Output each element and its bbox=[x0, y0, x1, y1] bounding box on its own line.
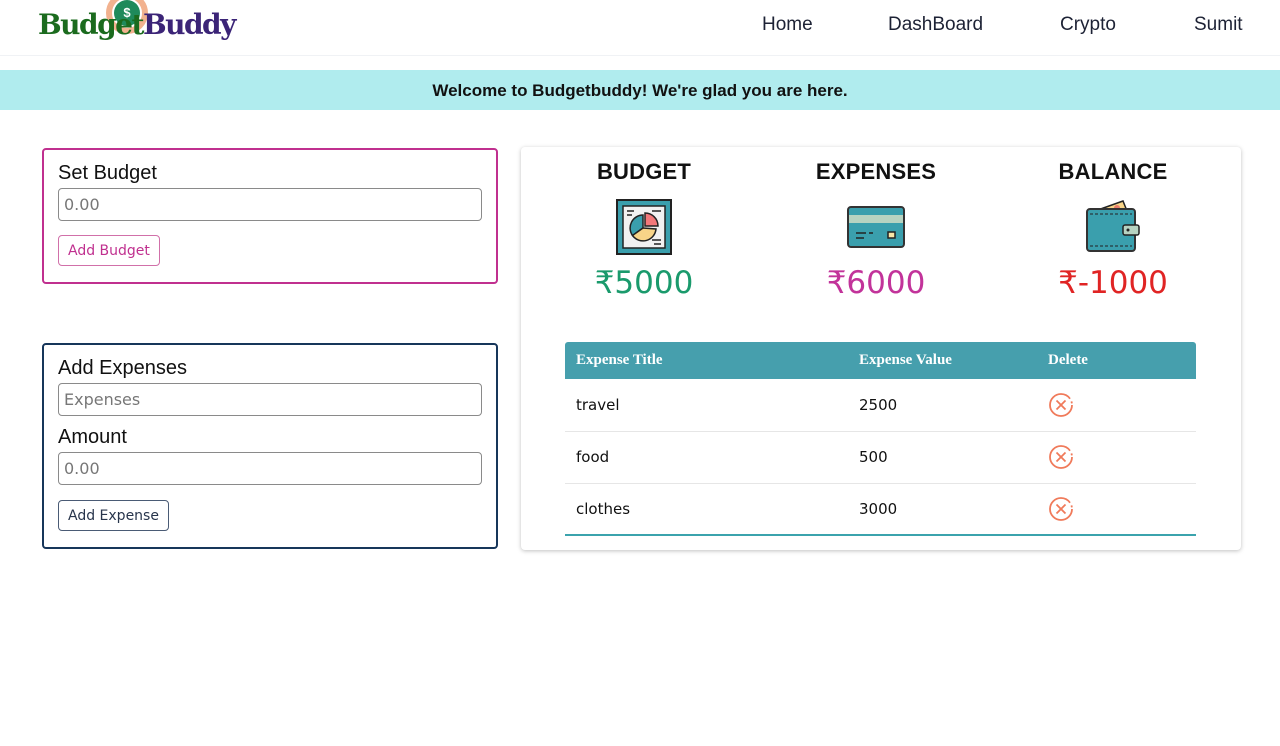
expense-title-cell: food bbox=[565, 431, 848, 484]
delete-circle-x-icon[interactable] bbox=[1048, 496, 1074, 522]
expense-title-label: Add Expenses bbox=[58, 357, 187, 379]
balance-stat: BALANCE ₹-1000 bbox=[1023, 159, 1203, 301]
table-row: clothes 3000 bbox=[565, 483, 1196, 536]
expense-value-cell: 500 bbox=[848, 431, 1037, 484]
header-expense-value: Expense Value bbox=[859, 352, 952, 368]
nav-dashboard[interactable]: DashBoard bbox=[888, 14, 983, 36]
pie-chart-report-icon bbox=[616, 199, 672, 255]
budget-stat-title: BUDGET bbox=[596, 159, 692, 184]
header-delete: Delete bbox=[1048, 352, 1088, 368]
budget-value: ₹5000 bbox=[594, 265, 694, 301]
table-header-row: Expense Title Expense Value Delete bbox=[565, 342, 1196, 379]
table-row: food 500 bbox=[565, 431, 1196, 484]
expense-value-cell: 2500 bbox=[848, 379, 1037, 432]
add-expense-card: Add Expenses Amount Add Expense bbox=[42, 343, 498, 549]
set-budget-card: Set Budget Add Budget bbox=[42, 148, 498, 284]
nav-home[interactable]: Home bbox=[762, 14, 813, 36]
amount-label: Amount bbox=[58, 426, 127, 448]
expenses-stat: EXPENSES ₹6000 bbox=[786, 159, 966, 301]
welcome-banner: Welcome to Budgetbuddy! We're glad you a… bbox=[0, 70, 1280, 110]
nav-user-profile[interactable]: Sumit bbox=[1194, 14, 1243, 36]
credit-card-icon bbox=[847, 206, 905, 248]
budget-stat: BUDGET ₹5000 bbox=[554, 159, 734, 301]
wallet-icon bbox=[1086, 200, 1140, 252]
budget-input[interactable] bbox=[58, 188, 482, 221]
expenses-stat-title: EXPENSES bbox=[815, 159, 937, 184]
table-row: travel 2500 bbox=[565, 379, 1196, 432]
expense-title-input[interactable] bbox=[58, 383, 482, 416]
delete-cell bbox=[1037, 379, 1196, 432]
add-budget-button[interactable]: Add Budget bbox=[58, 235, 160, 266]
expense-amount-input[interactable] bbox=[58, 452, 482, 485]
delete-circle-x-icon[interactable] bbox=[1048, 392, 1074, 418]
expenses-value: ₹6000 bbox=[826, 265, 926, 301]
add-expense-button[interactable]: Add Expense bbox=[58, 500, 169, 531]
header-expense-title: Expense Title bbox=[576, 352, 663, 368]
expense-table: Expense Title Expense Value Delete trave… bbox=[565, 342, 1196, 536]
delete-circle-x-icon[interactable] bbox=[1048, 444, 1074, 470]
delete-cell bbox=[1037, 431, 1196, 484]
expense-title-cell: travel bbox=[565, 379, 848, 432]
expense-title-cell: clothes bbox=[565, 483, 848, 536]
delete-cell bbox=[1037, 483, 1196, 536]
set-budget-label: Set Budget bbox=[58, 162, 157, 184]
balance-value: ₹-1000 bbox=[1058, 265, 1168, 301]
navbar: $ BudgetBuddy Home DashBoard Crypto Sumi… bbox=[0, 0, 1280, 56]
nav-links: Home DashBoard Crypto Sumit bbox=[0, 14, 1280, 38]
expense-value-cell: 3000 bbox=[848, 483, 1037, 536]
balance-stat-title: BALANCE bbox=[1058, 159, 1168, 184]
summary-card: BUDGET ₹5000 EXPENSES ₹6000 BALANCE ₹-10… bbox=[521, 147, 1241, 550]
nav-crypto[interactable]: Crypto bbox=[1060, 14, 1116, 36]
